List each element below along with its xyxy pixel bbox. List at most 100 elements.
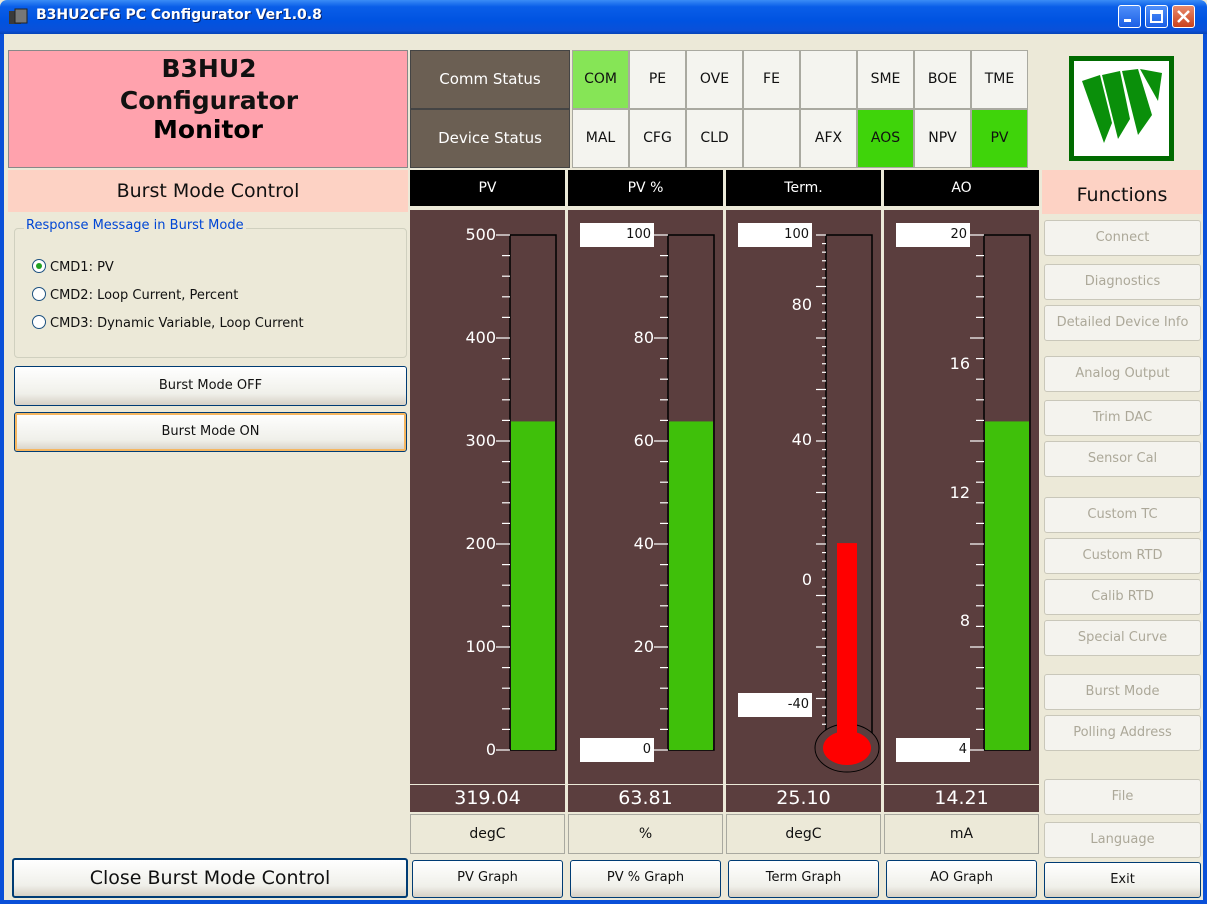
title-bar[interactable]: B3HU2CFG PC Configurator Ver1.0.8 (0, 0, 1207, 34)
close-icon (1177, 10, 1190, 23)
gauge-tick-label: 60 (633, 431, 654, 450)
gauge-tick-label: 500 (465, 225, 496, 244)
graph-button-pv[interactable]: PV Graph (412, 860, 563, 898)
gauge-tick-label: 0 (485, 740, 496, 759)
gauge-header: PV (410, 170, 565, 206)
function-button-analog-output[interactable]: Analog Output (1044, 356, 1201, 392)
gauge-tick-label: 40 (633, 534, 654, 553)
gauge-scale (496, 234, 557, 751)
app-name-line1: B3HU2 (161, 54, 257, 83)
device-status-cell: MAL (572, 109, 629, 168)
comm-status-cell: FE (743, 50, 800, 109)
response-message-label: Response Message in Burst Mode (24, 218, 246, 233)
gauge-fill-bar (985, 421, 1029, 750)
device-status-cell: AFX (800, 109, 857, 168)
gauge-tick-label: 0 (801, 570, 812, 589)
app-icon (9, 8, 28, 24)
gauge-tick-label: 200 (465, 534, 496, 553)
device-status-cell (743, 109, 800, 168)
window-title: B3HU2CFG PC Configurator Ver1.0.8 (36, 7, 322, 23)
logo-icon (1082, 69, 1162, 143)
function-button-special-curve[interactable]: Special Curve (1044, 620, 1201, 656)
radio-cmd3-label: CMD3: Dynamic Variable, Loop Current (50, 316, 304, 331)
radio-icon (32, 287, 46, 301)
gauge-value: 319.04 (410, 785, 565, 812)
graph-button-ao[interactable]: AO Graph (886, 860, 1037, 898)
radio-selected-icon (32, 259, 46, 273)
maximize-icon (1150, 10, 1163, 23)
gauge-tick-label: 4 (896, 738, 970, 762)
gauge-tick-label: 100 (738, 223, 812, 247)
function-button-burst-mode[interactable]: Burst Mode (1044, 674, 1201, 710)
comm-status-cell: COM (572, 50, 629, 109)
device-status-label: Device Status (410, 109, 570, 168)
gauge-tick-label: 0 (580, 738, 654, 762)
gauge-header: AO (884, 170, 1039, 206)
close-burst-mode-button[interactable]: Close Burst Mode Control (12, 858, 408, 898)
radio-cmd2-label: CMD2: Loop Current, Percent (50, 288, 239, 303)
close-window-button[interactable] (1172, 5, 1195, 28)
comm-status-cell (800, 50, 857, 109)
radio-cmd2[interactable]: CMD2: Loop Current, Percent (32, 287, 238, 303)
function-button-calib-rtd[interactable]: Calib RTD (1044, 579, 1201, 615)
function-button-trim-dac[interactable]: Trim DAC (1044, 400, 1201, 436)
gauge-value: 14.21 (884, 785, 1039, 812)
radio-cmd1-label: CMD1: PV (50, 260, 114, 275)
gauge-tick-label: 80 (791, 295, 812, 314)
exit-button[interactable]: Exit (1044, 862, 1201, 898)
graph-button-term[interactable]: Term Graph (728, 860, 879, 898)
gauge-value: 25.10 (726, 785, 881, 812)
app-name-line3: Monitor (153, 115, 263, 144)
comm-status-cell: OVE (686, 50, 743, 109)
gauge-tick-label: 400 (465, 328, 496, 347)
radio-icon (32, 315, 46, 329)
gauge-tick-label: 16 (949, 353, 970, 373)
gauge-unit: degC (410, 814, 565, 854)
company-logo (1069, 56, 1174, 161)
device-status-cell: AOS (857, 109, 914, 168)
device-status-cell: CFG (629, 109, 686, 168)
function-button-sensor-cal[interactable]: Sensor Cal (1044, 441, 1201, 477)
gauge-tick-label: 300 (465, 431, 496, 450)
function-button-detailed-device-info[interactable]: Detailed Device Info (1044, 305, 1201, 341)
radio-cmd3[interactable]: CMD3: Dynamic Variable, Loop Current (32, 315, 304, 331)
function-button-diagnostics[interactable]: Diagnostics (1044, 264, 1201, 300)
burst-mode-off-button[interactable]: Burst Mode OFF (14, 366, 407, 406)
radio-cmd1[interactable]: CMD1: PV (32, 259, 114, 275)
function-button-custom-tc[interactable]: Custom TC (1044, 497, 1201, 533)
thermo-neck (837, 710, 857, 740)
gauge-tick-label: 100 (465, 637, 496, 656)
graph-button-pvp[interactable]: PV % Graph (570, 860, 721, 898)
gauge-tick-label: -40 (738, 693, 812, 717)
gauge-value: 63.81 (568, 785, 723, 812)
gauge-tick-label: 20 (633, 637, 654, 656)
function-button-custom-rtd[interactable]: Custom RTD (1044, 538, 1201, 574)
function-button-connect[interactable]: Connect (1044, 220, 1201, 256)
device-status-cell: PV (971, 109, 1028, 168)
gauge-unit: % (568, 814, 723, 854)
app-header: B3HU2 Configurator Monitor (8, 50, 408, 168)
device-status-cell: NPV (914, 109, 971, 168)
gauge-scale (654, 234, 715, 751)
comm-status-cell: BOE (914, 50, 971, 109)
gauge-header: Term. (726, 170, 881, 206)
function-button-file[interactable]: File (1044, 779, 1201, 815)
minimize-icon (1124, 19, 1131, 22)
comm-status-cell: PE (629, 50, 686, 109)
gauge-unit: degC (726, 814, 881, 854)
maximize-button[interactable] (1145, 5, 1168, 28)
function-button-language[interactable]: Language (1044, 822, 1201, 858)
gauge-tick-label: 20 (896, 223, 970, 247)
app-name-line2: Configurator (119, 86, 299, 115)
minimize-button[interactable] (1118, 5, 1141, 28)
comm-status-cell: SME (857, 50, 914, 109)
gauge-tick-label: 8 (959, 611, 970, 631)
gauge-fill-bar (669, 421, 713, 750)
gauge-fill-bar (511, 421, 555, 750)
gauge-header: PV % (568, 170, 723, 206)
gauge-tick-label: 100 (580, 223, 654, 247)
gauge-tick-label: 40 (791, 430, 812, 449)
function-button-polling-address[interactable]: Polling Address (1044, 715, 1201, 751)
comm-status-label: Comm Status (410, 50, 570, 109)
burst-mode-on-button[interactable]: Burst Mode ON (14, 412, 407, 452)
